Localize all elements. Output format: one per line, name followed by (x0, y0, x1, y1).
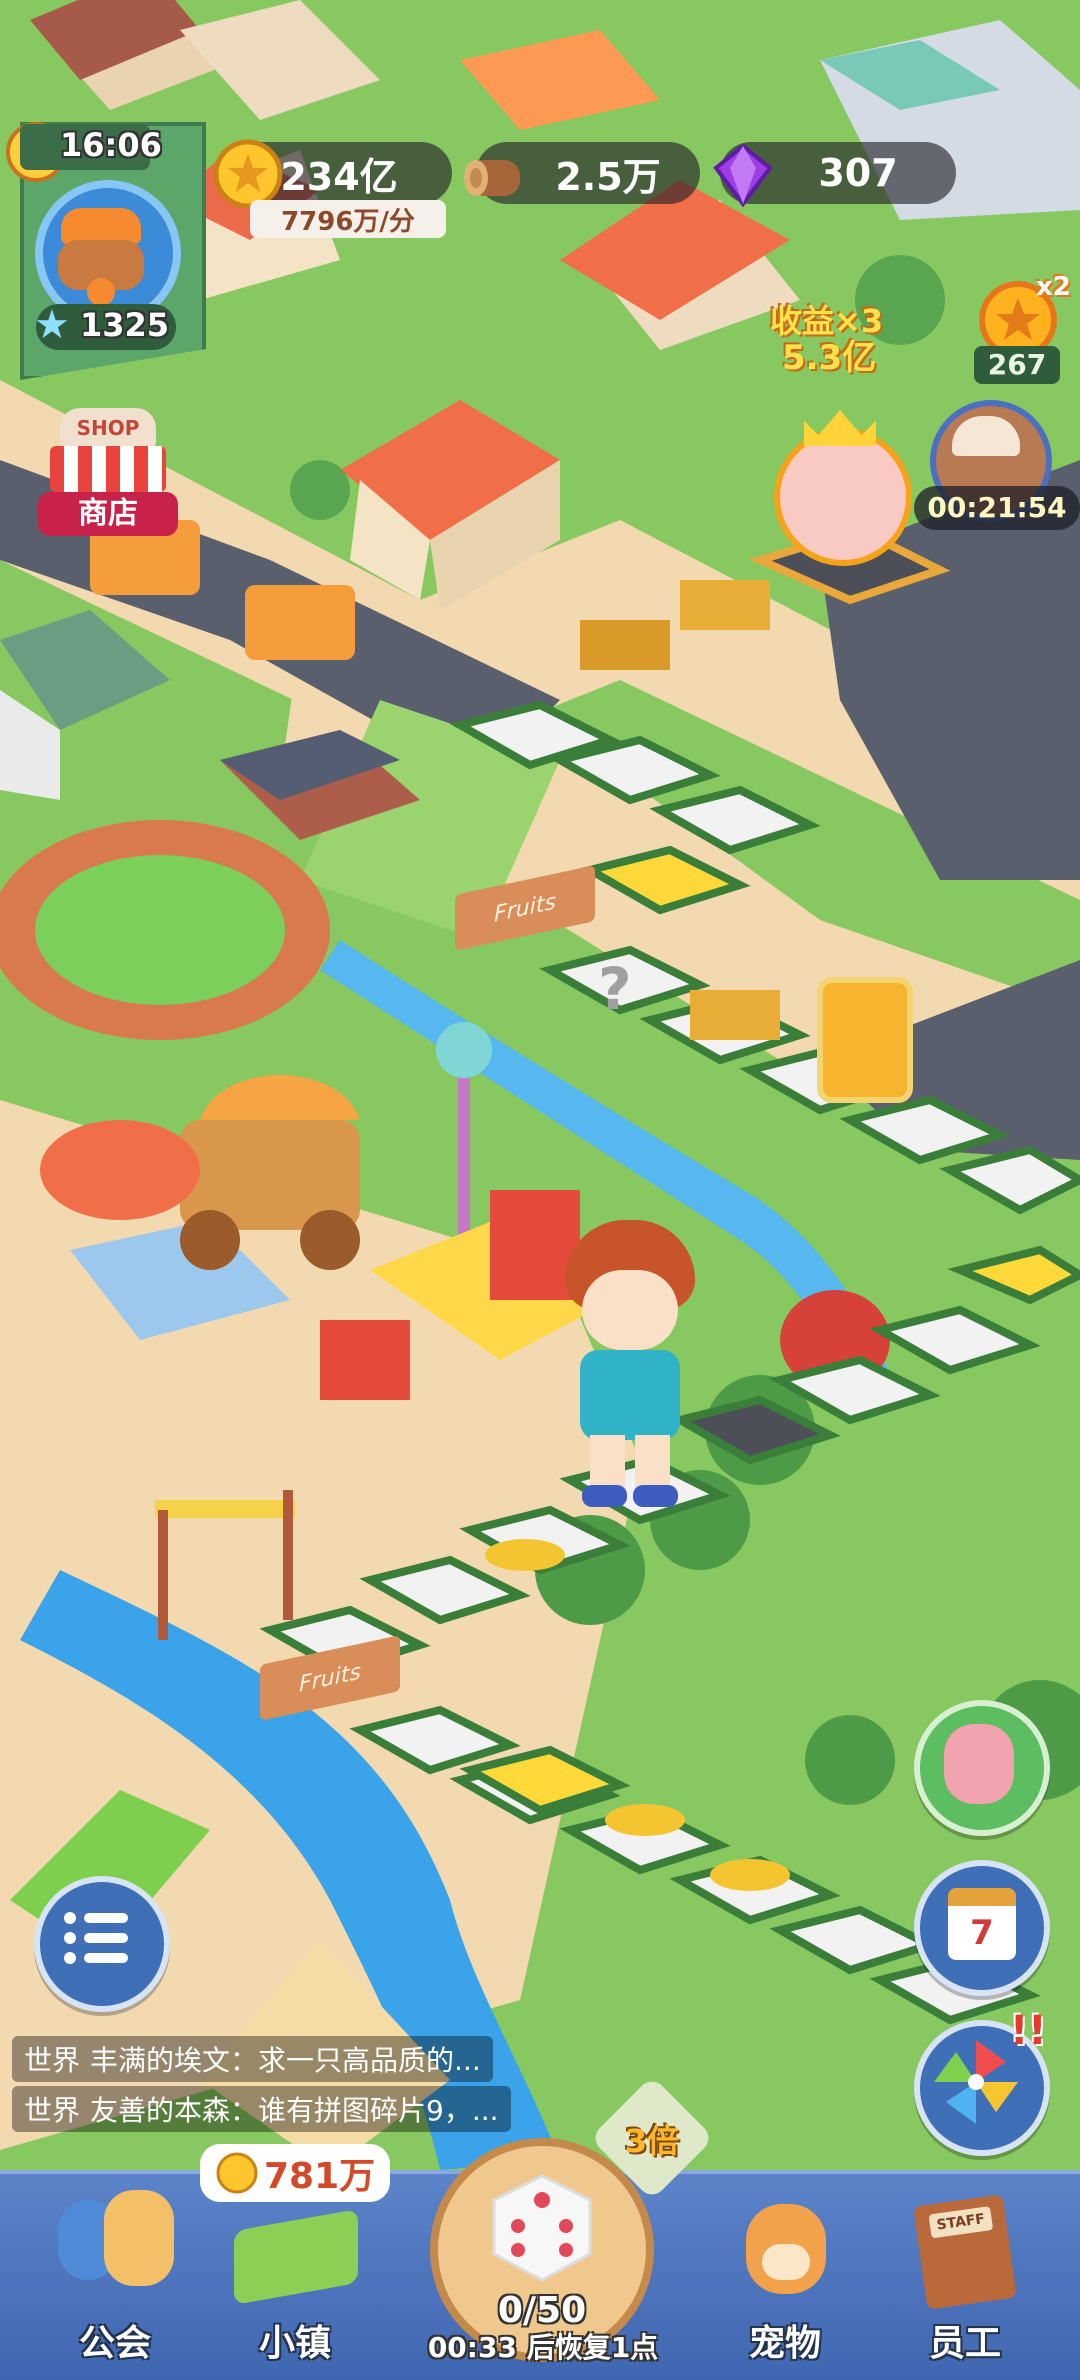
player-level: 1325 (80, 306, 170, 344)
star-icon: ★ (34, 302, 70, 348)
calendar-button[interactable]: 7 (914, 1860, 1050, 1996)
alert-icon: !! (1010, 2008, 1047, 2054)
menu-button[interactable] (34, 1876, 170, 2012)
nav-pet-label: 宠物 (748, 2323, 821, 2364)
player-character (560, 1220, 700, 1510)
nav-town-label: 小镇 (258, 2323, 331, 2364)
game-board (259, 525, 1080, 2025)
staff-book-icon: STAFF (913, 2194, 1017, 2310)
multiplier-value: 3倍 (624, 2122, 680, 2160)
coin-count: 267 (974, 346, 1060, 384)
clock-time: 16:06 (60, 126, 162, 164)
staff-book-label: STAFF (928, 2206, 994, 2239)
gift-tile (669, 1395, 841, 1465)
nav-town[interactable]: 小镇 (220, 2190, 370, 2370)
nav-guild[interactable]: 公会 (40, 2190, 190, 2370)
coin-stack (485, 1539, 565, 1571)
dice-icon (492, 2174, 592, 2282)
guild-icon (104, 2190, 174, 2286)
wood-log-icon (464, 160, 520, 196)
game-scene: Fruits Fruits ? (0, 0, 1080, 2376)
event-timer: 00:21:54 (914, 486, 1080, 530)
shop-awning (50, 446, 166, 492)
gold-bars (680, 580, 770, 630)
calendar-icon: 7 (948, 1888, 1016, 1960)
double-coin-button[interactable]: x2 267 (970, 272, 1080, 392)
nav-staff-label: 员工 (928, 2323, 1001, 2364)
gems-value: 307 (818, 151, 898, 195)
gold-bars (580, 620, 670, 670)
nav-staff[interactable]: STAFF 员工 (890, 2190, 1040, 2370)
chat-message[interactable]: 世界 友善的本森：谁有拼图碎片9，... (12, 2086, 511, 2132)
chat-text: 友善的本森：谁有拼图碎片9，... (90, 2094, 499, 2127)
coin-stack (605, 1804, 685, 1836)
chat-channel: 世界 (24, 2044, 81, 2077)
coin-stack (710, 1859, 790, 1891)
nav-guild-label: 公会 (78, 2323, 151, 2364)
town-icon (234, 2209, 358, 2305)
chat-message[interactable]: 世界 丰满的埃文：求一只高品质的... (12, 2036, 493, 2082)
gold-bars (690, 990, 780, 1040)
gem-icon (713, 143, 773, 208)
fruits-crate-label: Fruits (494, 888, 556, 928)
character-event-button[interactable] (914, 1700, 1050, 1836)
shop-label: 商店 (38, 492, 178, 536)
coin-multiplier: x2 (1036, 272, 1071, 302)
dog-icon (746, 2204, 826, 2294)
chat-channel: 世界 (24, 2094, 81, 2127)
nav-pet[interactable]: 宠物 (710, 2190, 860, 2370)
shop-button[interactable]: SHOP 商店 (38, 408, 178, 538)
calendar-day: 7 (970, 1913, 994, 1953)
pet-card (817, 977, 913, 1103)
girl-icon (944, 1724, 1014, 1804)
chat-text: 丰满的埃文：求一只高品质的... (90, 2044, 481, 2077)
princess-avatar[interactable] (774, 410, 912, 566)
list-icon (64, 1912, 128, 1964)
coins-rate: 7796万/分 (250, 200, 446, 238)
shop-sign: SHOP (60, 408, 156, 448)
fruits-crate-label: Fruits (299, 1658, 361, 1698)
mystery-tile-symbol: ? (598, 955, 632, 1023)
wood-value: 2.5万 (555, 154, 661, 199)
dice-recover-timer: 00:33 后恢复1点 (427, 2331, 659, 2364)
dice-count: 0/50 (497, 2290, 587, 2331)
earnings-value: 5.3亿 (782, 338, 877, 378)
coins-value: 234亿 (280, 154, 398, 199)
